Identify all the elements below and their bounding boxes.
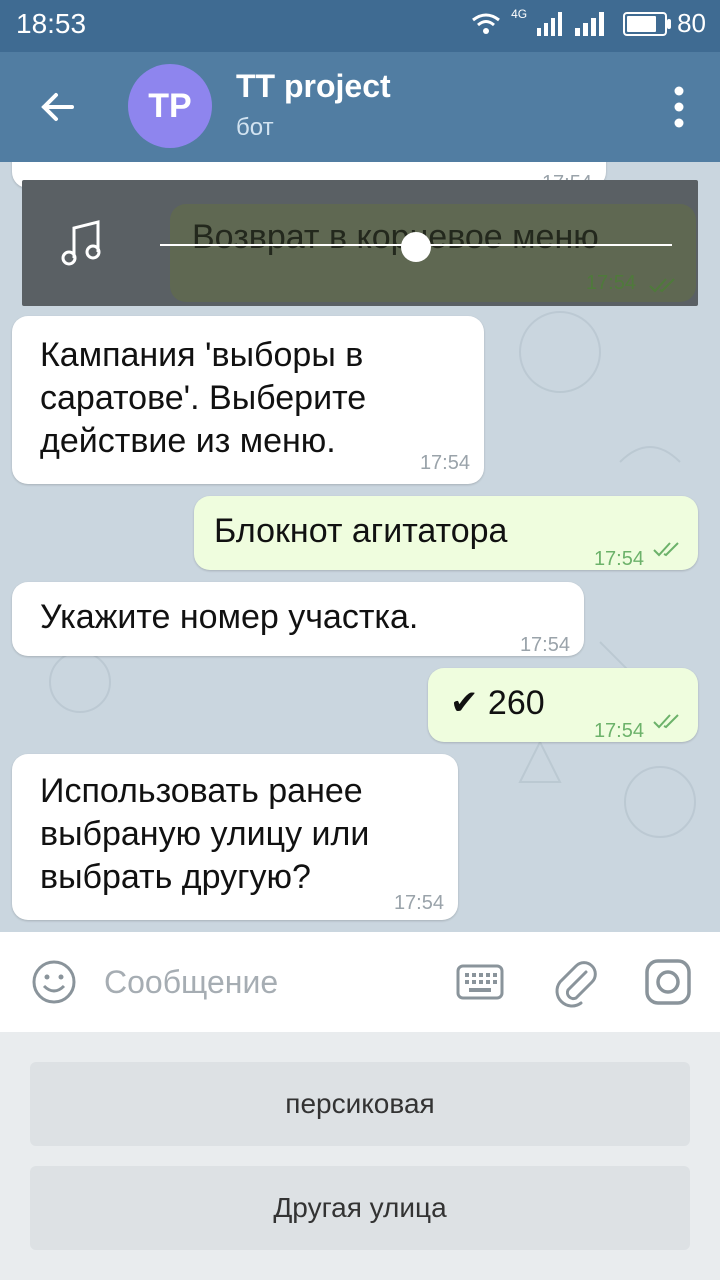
more-vert-icon[interactable] <box>672 86 686 128</box>
music-note-icon <box>61 220 101 266</box>
message-time: 17:54 <box>593 720 644 742</box>
outgoing-message-dimmed: Возврат в корневое меню 17:54 <box>160 204 696 302</box>
seek-handle[interactable] <box>401 232 431 262</box>
incoming-message[interactable]: Кампания 'выборы в саратове'. Выберите д… <box>12 316 484 484</box>
network-type: 4G <box>511 6 528 21</box>
battery-icon <box>623 11 672 36</box>
message-time: 17:54 <box>519 634 570 656</box>
message-text: Кампания 'выборы в саратове'. Выберите д… <box>40 336 367 460</box>
keyboard-button-other-street[interactable]: Другая улица <box>30 1166 690 1250</box>
incoming-message[interactable]: Использовать ранее выбраную улицу или вы… <box>12 754 458 920</box>
message-time: 17:54 <box>393 892 444 914</box>
message-text: Укажите номер участка. <box>40 598 419 636</box>
chat-header: TP TT project бот <box>0 52 720 162</box>
emoji-icon[interactable] <box>30 958 78 1006</box>
message-time: 17:54 <box>593 548 644 570</box>
message-input-bar: Сообщение <box>0 932 720 1032</box>
double-check-icon <box>649 278 675 293</box>
back-button[interactable] <box>30 80 84 134</box>
audio-player-overlay[interactable]: Возврат в корневое меню 17:54 <box>22 180 698 306</box>
message-time: 17:54 <box>419 452 470 474</box>
message-text: Возврат в корневое меню <box>192 218 599 256</box>
double-check-icon <box>653 714 679 729</box>
message-time: 17:54 <box>585 272 636 294</box>
chat-subtitle: бот <box>236 114 274 141</box>
battery-percent: 80 <box>677 8 706 38</box>
back-arrow-icon <box>41 93 74 121</box>
outgoing-message[interactable]: ✔ 260 17:54 <box>428 668 698 742</box>
status-bar: 18:53 4G 80 <box>0 0 720 52</box>
signal-icon <box>537 11 563 36</box>
message-list[interactable]: 17:54 Возврат в корневое меню 17:54 Камп… <box>0 162 720 932</box>
signal-icon <box>575 11 605 36</box>
double-check-icon <box>653 542 679 557</box>
incoming-message[interactable]: Укажите номер участка. 17:54 <box>12 582 584 656</box>
message-text: Использовать ранее выбраную улицу или вы… <box>40 772 370 896</box>
status-icons: 4G 80 <box>471 6 706 39</box>
camera-icon[interactable] <box>644 958 692 1006</box>
attach-icon[interactable] <box>552 958 598 1008</box>
status-time: 18:53 <box>16 8 87 39</box>
outgoing-message[interactable]: Блокнот агитатора 17:54 <box>194 496 698 570</box>
keyboard-button-peach[interactable]: персиковая <box>30 1062 690 1146</box>
keyboard-icon[interactable] <box>456 964 504 1000</box>
bot-keyboard: персиковая Другая улица <box>0 1032 720 1280</box>
message-input[interactable]: Сообщение <box>104 964 278 1001</box>
avatar[interactable]: TP <box>128 64 212 148</box>
wifi-icon <box>472 13 500 34</box>
chat-title[interactable]: TT project <box>236 68 391 105</box>
